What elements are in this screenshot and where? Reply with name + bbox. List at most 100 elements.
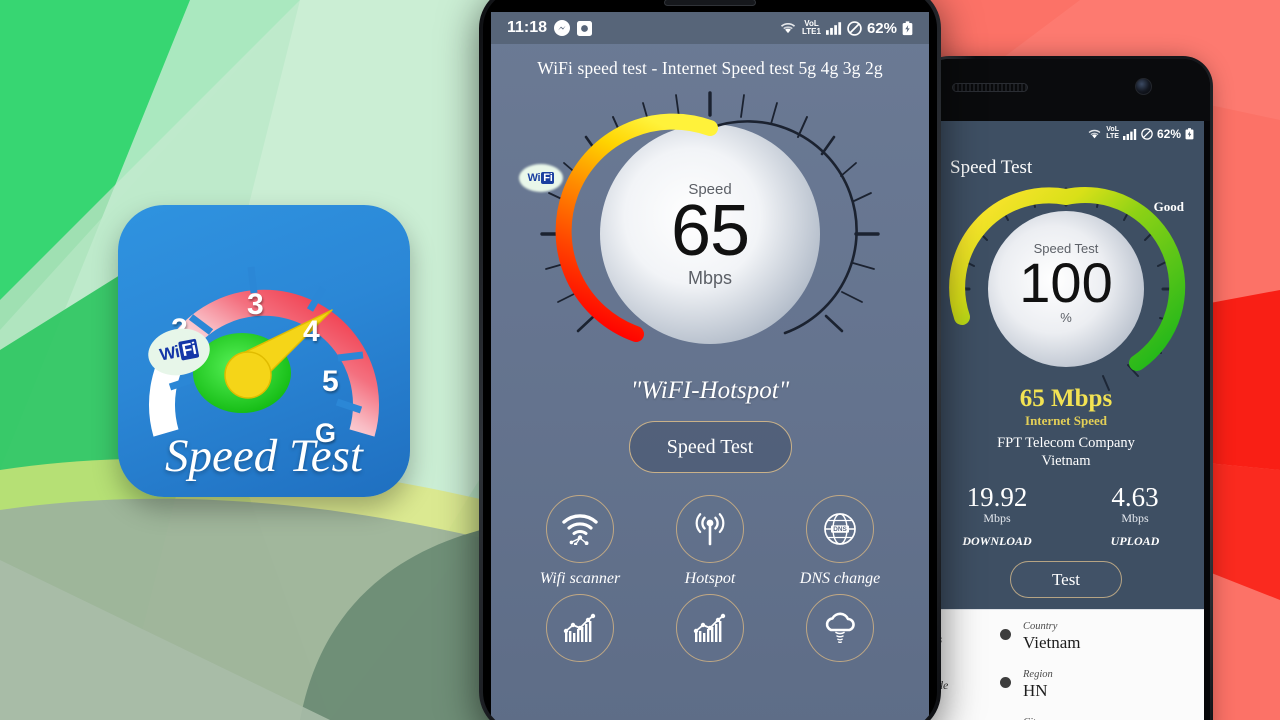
right-isp-info: FPT Telecom Company Vietnam — [928, 434, 1204, 470]
right-stat-upload: 4.63 Mbps UPLOAD — [1066, 484, 1204, 549]
signal-icon — [825, 21, 842, 35]
tile-label: DNS change — [799, 570, 881, 587]
bullet-dot-icon — [1000, 676, 1011, 688]
bullet-dot-icon — [1000, 628, 1011, 640]
center-gauge: Speed 65 Mbps — [540, 89, 880, 379]
tile-circle — [546, 495, 614, 563]
svg-text:DNS: DNS — [833, 526, 847, 533]
right-detail-country-label: Country — [1023, 620, 1058, 632]
chart-up-icon — [693, 613, 726, 642]
tile-dns-change[interactable]: DNS DNS change — [775, 495, 905, 588]
center-app-title: WiFi speed test - Internet Speed test 5g… — [537, 58, 883, 78]
battery-icon — [1185, 128, 1194, 140]
app-icon-wifi-fi: Fi — [178, 338, 200, 361]
center-phone-body: 11:18 VoL LTE1 62% WiFi speed test - Int… — [483, 0, 937, 720]
right-download-unit: Mbps — [983, 511, 1011, 526]
list-item[interactable]: City Hanoi — [1000, 706, 1198, 720]
center-phone-device: 11:18 VoL LTE1 62% WiFi speed test - Int… — [479, 0, 941, 720]
tile-label: Hotspot — [684, 570, 736, 587]
wifi-icon — [780, 22, 796, 34]
battery-percentage: 62% — [866, 19, 897, 37]
battery-icon — [902, 20, 913, 35]
right-isp-name: FPT Telecom Company — [997, 435, 1135, 451]
tile-history-chart-2[interactable] — [645, 594, 775, 669]
messenger-icon — [554, 20, 571, 36]
list-item[interactable]: Country Vietnam — [1000, 610, 1198, 658]
center-wifi-wi: Wi — [527, 172, 541, 184]
right-test-button[interactable]: Test — [1010, 561, 1122, 599]
tile-label: Wifi scanner — [539, 570, 621, 587]
signal-icon — [1122, 128, 1137, 140]
center-status-bar: 11:18 VoL LTE1 62% — [491, 12, 929, 44]
tile-circle — [676, 495, 744, 563]
center-gauge-readout: Speed 65 Mbps — [540, 181, 880, 289]
right-isp-country: Vietnam — [1041, 453, 1091, 470]
right-upload-value: 4.63 — [1111, 482, 1159, 513]
right-detail-rows: Country Vietnam Region HN — [1000, 610, 1198, 720]
status-bar-left: 11:18 — [507, 19, 593, 37]
dnd-icon — [847, 20, 862, 36]
center-phone-speaker-grille — [664, 0, 756, 6]
right-upload-label: UPLOAD — [1110, 534, 1160, 549]
right-page-title: Speed Test — [950, 157, 1033, 178]
right-detail-region-label: Region — [1023, 668, 1053, 680]
dnd-icon — [1141, 128, 1153, 140]
hotspot-icon — [695, 513, 725, 546]
right-speed-sublabel: Internet Speed — [1025, 413, 1107, 428]
center-tile-grid: Wifi scanner Hotspot DNS DNS change — [491, 495, 929, 669]
center-ssid-label: "WiFI-Hotspot" — [630, 377, 790, 404]
right-phone-body: VoL LTE 62% Speed Test Good Speed Test 1… — [922, 59, 1210, 720]
app-icon: 2 3 4 5 G WiFi Speed Test — [118, 205, 410, 497]
tile-circle — [676, 594, 744, 662]
right-upload-unit: Mbps — [1121, 511, 1149, 526]
right-status-bar: VoL LTE 62% — [928, 121, 1204, 147]
app-icon-title: Speed Test — [164, 430, 363, 482]
app-icon-dial-5: 5 — [322, 365, 339, 398]
right-stats-row: 19.92 Mbps DOWNLOAD 4.63 Mbps UPLOAD — [928, 484, 1204, 549]
tile-cloud-ping[interactable] — [775, 594, 905, 669]
volte-icon: VoL LTE1 — [802, 19, 821, 36]
right-gauge-value: 100 — [1019, 251, 1113, 314]
tile-circle: DNS — [806, 495, 874, 563]
cloud-ping-icon — [825, 612, 855, 643]
right-detail-city-label: City — [1023, 717, 1041, 720]
right-phone-top-bezel — [922, 59, 1210, 121]
dns-globe-icon: DNS — [824, 513, 856, 545]
right-detail-region: Region HN — [1023, 664, 1053, 701]
right-phone-front-camera — [1135, 78, 1152, 95]
speed-test-button[interactable]: Speed Test — [628, 421, 792, 473]
right-stat-download: 19.92 Mbps DOWNLOAD — [928, 484, 1066, 549]
battery-percentage: 62% — [1156, 127, 1181, 141]
chart-up-icon — [563, 613, 596, 642]
volte-icon: VoL LTE — [1106, 126, 1119, 140]
right-gauge: Speed Test 100 % — [941, 183, 1191, 395]
list-item[interactable]: Region HN — [1000, 658, 1198, 706]
tile-circle — [546, 594, 614, 662]
right-phone-speaker-grille — [952, 83, 1028, 92]
right-detail-country: Country Vietnam — [1023, 616, 1081, 653]
wifi-scanner-icon — [562, 514, 598, 545]
center-phone-screen: 11:18 VoL LTE1 62% WiFi speed test - Int… — [491, 12, 929, 720]
app-notification-icon — [577, 20, 593, 36]
right-phone-screen: VoL LTE 62% Speed Test Good Speed Test 1… — [928, 121, 1204, 720]
tile-hotspot[interactable]: Hotspot — [645, 495, 775, 588]
right-gauge-unit: % — [1060, 309, 1072, 325]
center-gauge-value: 65 — [670, 191, 750, 271]
right-detail-country-value: Vietnam — [1023, 632, 1081, 652]
status-bar-clock: 11:18 — [507, 19, 548, 36]
center-gauge-unit: Mbps — [687, 267, 732, 288]
app-icon-dial-4: 4 — [303, 315, 320, 348]
right-detail-panel: Address Zip Code Name Country Vietnam — [928, 609, 1204, 720]
tile-history-chart-1[interactable] — [515, 594, 645, 669]
app-icon-dial-3: 3 — [247, 288, 264, 321]
screenshot-root: 2 3 4 5 G WiFi Speed Test — [0, 0, 1280, 720]
right-detail-city: City Hanoi — [1023, 712, 1065, 720]
right-gauge-readout: Speed Test 100 % — [941, 241, 1191, 325]
tile-circle — [806, 594, 874, 662]
right-download-label: DOWNLOAD — [962, 534, 1032, 549]
status-bar-right: VoL LTE1 62% — [779, 20, 913, 37]
right-detail-region-value: HN — [1023, 680, 1048, 700]
app-icon-wifi-wi: Wi — [158, 342, 181, 365]
tile-wifi-scanner[interactable]: Wifi scanner — [515, 495, 645, 588]
right-phone-device: VoL LTE 62% Speed Test Good Speed Test 1… — [919, 56, 1213, 720]
